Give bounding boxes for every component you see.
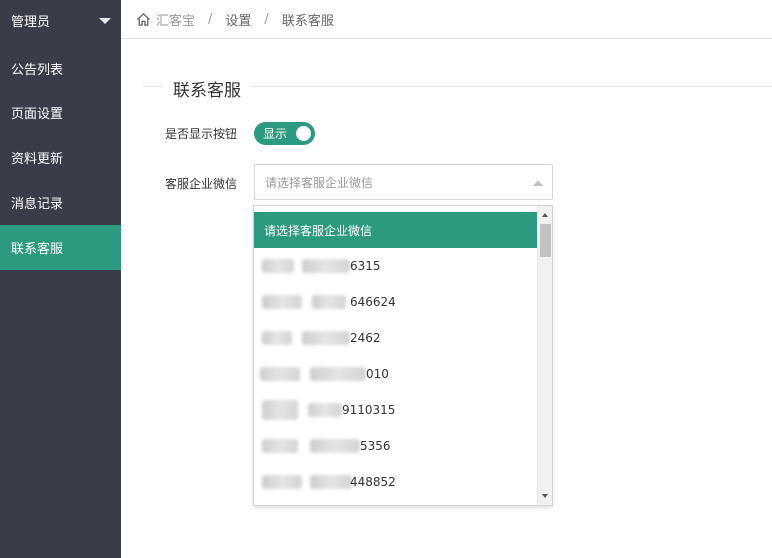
redacted-text (308, 403, 342, 417)
redacted-text (302, 259, 350, 273)
chevron-down-icon (99, 18, 111, 24)
dropdown-option[interactable]: 448852 (254, 464, 537, 500)
chevron-up-icon (533, 180, 543, 186)
option-label: 9110315 (342, 403, 396, 417)
sidebar-item-profile-update[interactable]: 资料更新 (0, 135, 121, 180)
sidebar-item-label: 消息记录 (11, 197, 64, 212)
redacted-text (262, 475, 302, 489)
option-label: 请选择客服企业微信 (264, 223, 373, 238)
sidebar-user-menu[interactable]: 管理员 (0, 0, 121, 40)
breadcrumb: 汇客宝 / 设置 / 联系客服 (121, 0, 772, 39)
scroll-up-icon[interactable] (542, 213, 548, 217)
redacted-text (262, 295, 302, 309)
redacted-text (310, 439, 360, 453)
redacted-text (262, 400, 298, 420)
wechat-dropdown: 请选择客服企业微信 6315 646624 2462 010 9110315 5… (253, 205, 553, 506)
option-label: 2462 (350, 331, 381, 345)
redacted-text (312, 295, 346, 309)
scrollbar-thumb[interactable] (540, 224, 551, 257)
sidebar-item-messages[interactable]: 消息记录 (0, 180, 121, 225)
sidebar-item-label: 资料更新 (11, 152, 64, 167)
section-title: 联系客服 (163, 76, 251, 101)
redacted-text (262, 439, 298, 453)
sidebar-item-contact-support[interactable]: 联系客服 (0, 225, 121, 270)
dropdown-option[interactable]: 5356 (254, 428, 537, 464)
toggle-knob (296, 126, 311, 141)
show-button-label: 是否显示按钮 (165, 127, 238, 141)
redacted-text (302, 331, 350, 345)
wechat-label: 客服企业微信 (165, 177, 238, 191)
dropdown-option[interactable]: 646624 (254, 284, 537, 320)
scroll-down-icon[interactable] (542, 494, 548, 498)
toggle-label: 显示 (263, 127, 288, 141)
option-label: 646624 (350, 295, 396, 309)
sidebar: 管理员 公告列表 页面设置 资料更新 消息记录 联系客服 (0, 0, 121, 558)
dropdown-option[interactable]: 2462 (254, 320, 537, 356)
sidebar-item-label: 公告列表 (11, 62, 64, 78)
redacted-text (262, 331, 292, 345)
show-button-toggle[interactable]: 显示 (254, 122, 315, 145)
redacted-text (262, 259, 294, 273)
redacted-text (310, 367, 366, 381)
redacted-text (260, 367, 300, 381)
sidebar-user-label: 管理员 (11, 14, 51, 30)
dropdown-option[interactable]: 6315 (254, 248, 537, 284)
breadcrumb-settings[interactable]: 设置 (225, 10, 251, 29)
breadcrumb-separator: / (264, 11, 269, 27)
breadcrumb-current: 联系客服 (281, 13, 334, 29)
option-label: 010 (366, 367, 389, 381)
dropdown-option-placeholder[interactable]: 请选择客服企业微信 (254, 212, 537, 248)
dropdown-scrollbar[interactable] (537, 206, 552, 505)
dropdown-option[interactable]: 010 (254, 356, 537, 392)
option-label: 5356 (360, 439, 391, 453)
option-label: 448852 (350, 475, 396, 489)
sidebar-item-announcements[interactable]: 公告列表 (0, 40, 121, 90)
dropdown-option[interactable]: 9110315 (254, 392, 537, 428)
home-icon[interactable] (136, 12, 151, 27)
sidebar-item-page-settings[interactable]: 页面设置 (0, 90, 121, 135)
breadcrumb-home[interactable]: 汇客宝 (156, 10, 195, 29)
wechat-select[interactable]: 请选择客服企业微信 (254, 164, 553, 200)
option-label: 6315 (350, 259, 381, 273)
select-placeholder: 请选择客服企业微信 (265, 175, 374, 190)
sidebar-item-label: 页面设置 (11, 107, 64, 122)
redacted-text (310, 475, 352, 489)
breadcrumb-separator: / (208, 11, 213, 27)
sidebar-item-label: 联系客服 (11, 242, 64, 257)
